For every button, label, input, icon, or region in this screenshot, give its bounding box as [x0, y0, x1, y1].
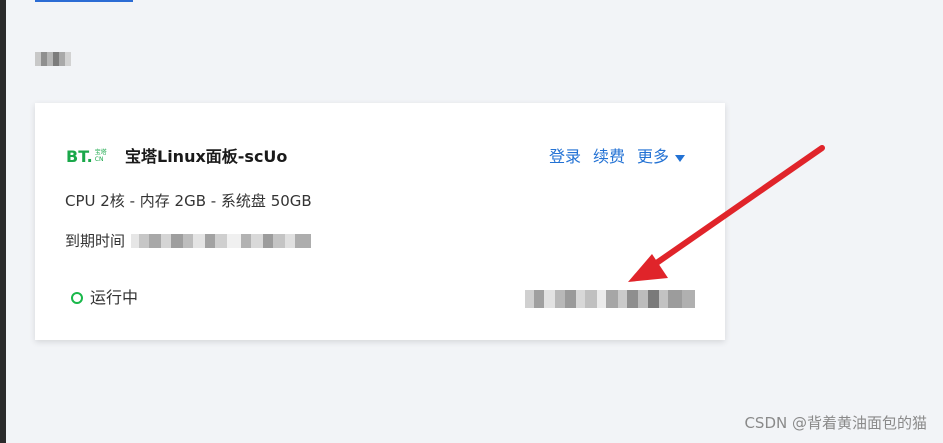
bt-logo: BT. 宝塔 CN	[66, 148, 114, 168]
expiry-row: 到期时间	[65, 230, 312, 252]
server-title: 宝塔Linux面板-scUo	[125, 147, 288, 166]
login-link[interactable]: 登录	[549, 146, 581, 168]
bt-logo-suffix: 宝塔 CN	[95, 149, 107, 163]
csdn-watermark: CSDN @背着黄油面包的猫	[744, 414, 927, 432]
active-tab-indicator	[35, 0, 133, 2]
caret-down-icon	[675, 154, 685, 162]
bt-logo-suffix-bottom: CN	[94, 156, 104, 163]
status-indicator: 运行中	[71, 287, 138, 309]
server-card: BT. 宝塔 CN 宝塔Linux面板-scUo 登录 续费 更多 CPU 2核…	[35, 103, 725, 340]
left-edge-strip	[0, 0, 6, 443]
blurred-section-label	[35, 52, 71, 66]
more-label: 更多	[636, 147, 669, 166]
expiry-label: 到期时间	[65, 232, 126, 250]
status-ring-icon	[71, 292, 83, 304]
renew-link[interactable]: 续费	[593, 146, 625, 168]
card-actions: 登录 续费 更多	[549, 146, 685, 168]
more-dropdown[interactable]: 更多	[637, 146, 685, 168]
server-specs: CPU 2核 - 内存 2GB - 系统盘 50GB	[65, 192, 312, 210]
bt-logo-text: BT.	[66, 147, 93, 166]
blurred-ip-address	[525, 290, 695, 308]
status-text: 运行中	[90, 288, 139, 307]
blurred-expiry-date	[131, 234, 312, 248]
bt-logo-suffix-top: 宝塔	[94, 149, 107, 156]
